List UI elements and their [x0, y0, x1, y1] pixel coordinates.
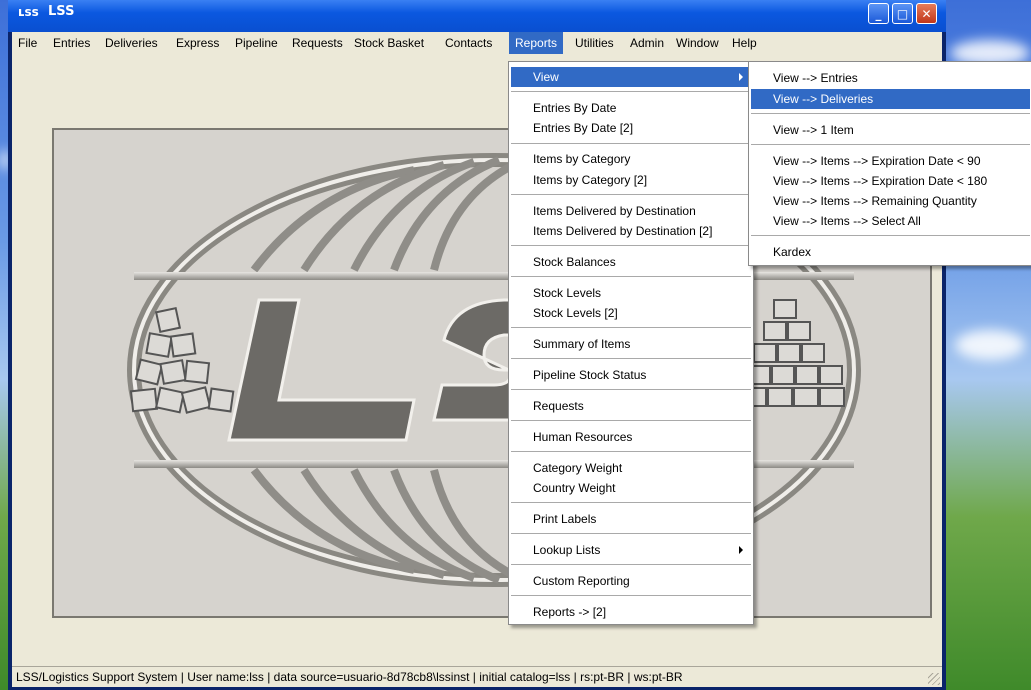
- title-bar[interactable]: ʟss LSS _ □ ✕: [8, 0, 946, 32]
- close-icon: ✕: [921, 7, 932, 21]
- menu-item-label: View: [533, 70, 559, 84]
- menu-stock-basket[interactable]: Stock Basket: [348, 32, 430, 54]
- menu-item-pipeline-stock-status[interactable]: Pipeline Stock Status: [511, 365, 751, 385]
- menu-item-label: Lookup Lists: [533, 543, 601, 557]
- menu-utilities[interactable]: Utilities: [569, 32, 620, 54]
- submenu-arrow-icon: [739, 73, 743, 81]
- menu-item-stock-levels[interactable]: Stock Levels: [511, 283, 751, 303]
- cloud: [955, 330, 1025, 360]
- menu-item-items-by-category-2[interactable]: Items by Category [2]: [511, 170, 751, 190]
- menu-item-stock-balances[interactable]: Stock Balances: [511, 252, 751, 272]
- status-text: LSS/Logistics Support System | User name…: [16, 670, 683, 684]
- status-bar: LSS/Logistics Support System | User name…: [12, 666, 942, 687]
- menu-bar: File Entries Deliveries Express Pipeline…: [12, 32, 942, 54]
- submenu-item-expiration-90[interactable]: View --> Items --> Expiration Date < 90: [751, 151, 1030, 171]
- menu-window[interactable]: Window: [670, 32, 725, 54]
- submenu-item-kardex[interactable]: Kardex: [751, 242, 1030, 262]
- menu-item-view[interactable]: View: [511, 67, 751, 87]
- app-logo-icon: ʟss: [18, 5, 39, 19]
- menu-entries[interactable]: Entries: [47, 32, 96, 54]
- submenu-item-view-1-item[interactable]: View --> 1 Item: [751, 120, 1030, 140]
- close-button[interactable]: ✕: [916, 3, 937, 24]
- menu-requests[interactable]: Requests: [286, 32, 349, 54]
- menu-item-custom-reporting[interactable]: Custom Reporting: [511, 571, 751, 591]
- menu-item-print-labels[interactable]: Print Labels: [511, 509, 751, 529]
- menu-item-items-by-category[interactable]: Items by Category: [511, 149, 751, 169]
- menu-contacts[interactable]: Contacts: [439, 32, 498, 54]
- menu-separator: [511, 420, 751, 421]
- menu-item-summary-of-items[interactable]: Summary of Items: [511, 334, 751, 354]
- menu-help[interactable]: Help: [726, 32, 763, 54]
- submenu-item-select-all[interactable]: View --> Items --> Select All: [751, 211, 1030, 231]
- menu-separator: [511, 276, 751, 277]
- view-submenu: View --> Entries View --> Deliveries Vie…: [748, 61, 1031, 266]
- menu-item-category-weight[interactable]: Category Weight: [511, 458, 751, 478]
- menu-item-items-delivered-by-destination[interactable]: Items Delivered by Destination: [511, 201, 751, 221]
- size-grip-icon[interactable]: [928, 673, 940, 685]
- menu-item-stock-levels-2[interactable]: Stock Levels [2]: [511, 303, 751, 323]
- submenu-item-view-deliveries[interactable]: View --> Deliveries: [751, 89, 1030, 109]
- minimize-button[interactable]: _: [868, 3, 889, 24]
- menu-item-requests[interactable]: Requests: [511, 396, 751, 416]
- menu-separator: [751, 113, 1030, 114]
- menu-item-country-weight[interactable]: Country Weight: [511, 478, 751, 498]
- menu-file[interactable]: File: [12, 32, 43, 54]
- menu-separator: [511, 358, 751, 359]
- reports-dropdown-menu: View Entries By Date Entries By Date [2]…: [508, 61, 754, 625]
- menu-admin[interactable]: Admin: [624, 32, 670, 54]
- submenu-arrow-icon: [739, 546, 743, 554]
- minimize-icon: _: [875, 7, 882, 21]
- menu-item-lookup-lists[interactable]: Lookup Lists: [511, 540, 751, 560]
- maximize-button[interactable]: □: [892, 3, 913, 24]
- submenu-item-expiration-180[interactable]: View --> Items --> Expiration Date < 180: [751, 171, 1030, 191]
- submenu-item-view-entries[interactable]: View --> Entries: [751, 68, 1030, 88]
- menu-reports[interactable]: Reports: [509, 32, 564, 54]
- menu-separator: [511, 533, 751, 534]
- menu-separator: [511, 564, 751, 565]
- maximize-icon: □: [896, 7, 909, 21]
- menu-separator: [511, 451, 751, 452]
- menu-item-human-resources[interactable]: Human Resources: [511, 427, 751, 447]
- menu-item-entries-by-date-2[interactable]: Entries By Date [2]: [511, 118, 751, 138]
- menu-express[interactable]: Express: [170, 32, 225, 54]
- menu-separator: [511, 143, 751, 144]
- menu-item-items-delivered-by-destination-2[interactable]: Items Delivered by Destination [2]: [511, 221, 751, 241]
- window-title: LSS: [48, 4, 75, 19]
- menu-pipeline[interactable]: Pipeline: [229, 32, 284, 54]
- menu-separator: [511, 389, 751, 390]
- menu-separator: [751, 235, 1030, 236]
- menu-separator: [751, 144, 1030, 145]
- menu-item-entries-by-date[interactable]: Entries By Date: [511, 98, 751, 118]
- menu-item-reports-2[interactable]: Reports -> [2]: [511, 602, 751, 622]
- menu-separator: [511, 91, 751, 92]
- menu-separator: [511, 245, 751, 246]
- menu-separator: [511, 327, 751, 328]
- menu-separator: [511, 595, 751, 596]
- menu-separator: [511, 502, 751, 503]
- submenu-item-remaining-quantity[interactable]: View --> Items --> Remaining Quantity: [751, 191, 1030, 211]
- menu-deliveries[interactable]: Deliveries: [99, 32, 164, 54]
- menu-separator: [511, 194, 751, 195]
